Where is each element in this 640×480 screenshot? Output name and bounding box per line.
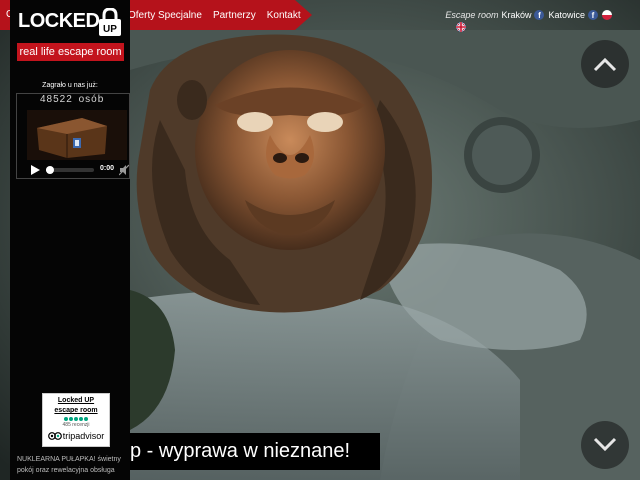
- slide-prev-button[interactable]: [581, 40, 629, 88]
- tripadvisor-rating: [43, 417, 109, 421]
- play-icon[interactable]: [29, 164, 41, 176]
- escape-room-label: Escape room: [445, 10, 499, 20]
- rating-dot: [79, 417, 83, 421]
- review-snippet: NUKLEARNA PUŁAPKA! świetny pokój oraz re…: [17, 456, 121, 474]
- left-sidebar: LOCKED UP real life escape room Zagrało …: [10, 0, 130, 480]
- video-time: 0:00: [100, 165, 115, 172]
- tripadvisor-title-line2[interactable]: escape room: [43, 407, 109, 414]
- rating-dot: [69, 417, 73, 421]
- logo[interactable]: LOCKED UP: [18, 8, 123, 38]
- facebook-icon-katowice[interactable]: f: [588, 10, 598, 20]
- nav-item-oferty-specjalne[interactable]: Oferty Specjalne: [128, 10, 202, 21]
- video-thumbnail[interactable]: [27, 110, 127, 160]
- played-count-label: Zagrało u nas już:: [42, 82, 98, 89]
- slide-caption: p - wyprawa w nieznane!: [130, 433, 380, 470]
- padlock-icon: UP: [99, 8, 121, 36]
- page: O Oferty Specjalne Partnerzy Kontakt Esc…: [0, 0, 640, 480]
- rating-dot: [84, 417, 88, 421]
- nav-menu: Oferty Specjalne Partnerzy Kontakt: [128, 0, 312, 30]
- lock-text: UP: [103, 24, 117, 35]
- city-link-katowice[interactable]: Katowice: [548, 10, 585, 20]
- english-flag-icon[interactable]: [456, 22, 466, 32]
- chevron-down-icon: [593, 437, 617, 452]
- video-progress-handle[interactable]: [45, 166, 54, 174]
- city-link-krakow[interactable]: Kraków: [501, 10, 531, 20]
- slide-next-button[interactable]: [581, 421, 629, 469]
- tripadvisor-owl-icon: [47, 432, 62, 440]
- video-progress-bar[interactable]: [45, 166, 94, 174]
- slide-caption-text: p - wyprawa w nieznane!: [130, 440, 351, 462]
- facebook-icon-krakow[interactable]: f: [534, 10, 545, 20]
- nav-item-partnerzy[interactable]: Partnerzy: [213, 10, 256, 21]
- polish-flag-icon[interactable]: [602, 10, 612, 20]
- city-links: Escape room Kraków f Katowice f: [445, 10, 612, 20]
- rating-dot: [64, 417, 68, 421]
- tagline: real life escape room: [17, 43, 124, 61]
- rating-dot: [74, 417, 78, 421]
- tripadvisor-review-count: 485 recenzji: [62, 422, 90, 428]
- tripadvisor-widget[interactable]: Locked UP escape room 485 recenzji tripa…: [42, 393, 110, 447]
- tripadvisor-logo-text: tripadvisor: [62, 431, 105, 441]
- nav-item-kontakt[interactable]: Kontakt: [267, 10, 301, 21]
- chevron-up-icon: [593, 57, 617, 72]
- tripadvisor-logo: tripadvisor: [43, 431, 109, 441]
- volume-muted-icon[interactable]: [119, 164, 129, 176]
- tripadvisor-title-line1[interactable]: Locked UP: [43, 397, 109, 404]
- played-counter: 48522 osób: [40, 94, 105, 105]
- logo-text: LOCKED: [18, 10, 100, 32]
